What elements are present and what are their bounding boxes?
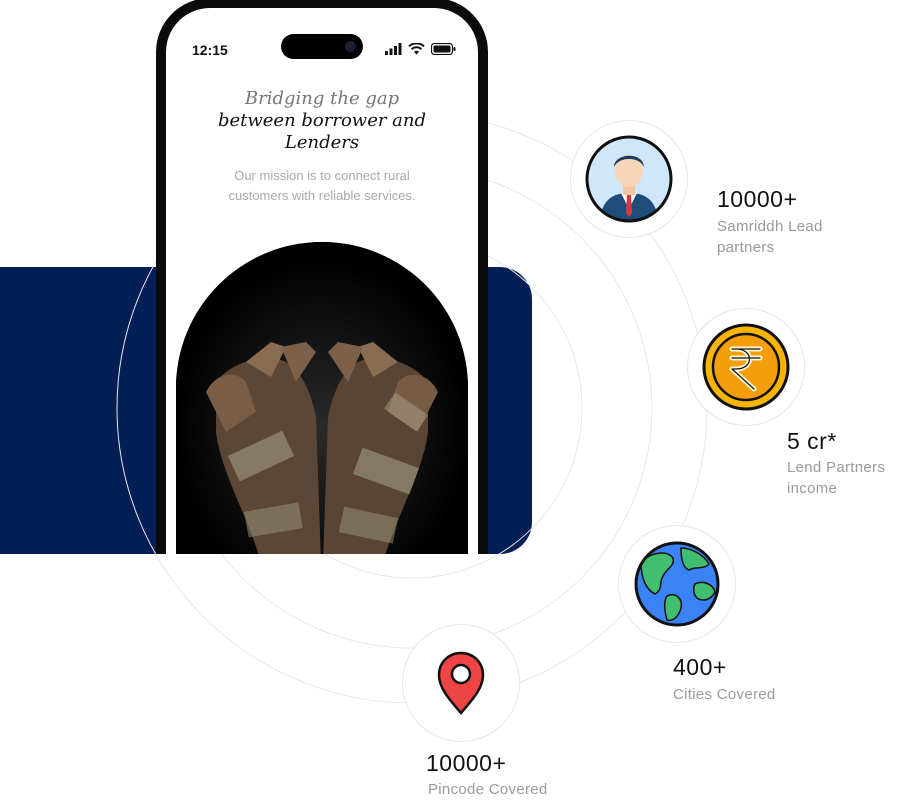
stat-label-partners-line-2: partners xyxy=(717,239,775,256)
stat-value-cities: 400+ xyxy=(673,654,727,680)
phone-mockup: 12:15 Bridging the gap between borrower … xyxy=(156,0,488,554)
status-icons xyxy=(385,43,456,55)
stat-label-cities: Cities Covered xyxy=(673,684,776,705)
wifi-icon xyxy=(408,43,425,55)
dynamic-island xyxy=(281,34,363,59)
stat-icon-circle-cities xyxy=(618,525,736,643)
mission-text: Our mission is to connect rural customer… xyxy=(196,166,448,206)
stat-label-income: Lend Partners income xyxy=(787,457,885,499)
phone-screen: 12:15 Bridging the gap between borrower … xyxy=(166,8,478,554)
stat-label-income-line-2: income xyxy=(787,480,838,497)
business-person-icon xyxy=(585,135,673,223)
stat-value-partners: 10000+ xyxy=(717,186,798,212)
stat-label-pincode-line-1: Pincode Covered xyxy=(428,781,548,798)
stat-value-income: 5 cr* xyxy=(787,428,837,454)
location-pin-icon xyxy=(437,651,485,715)
hands-with-money-image xyxy=(176,242,468,554)
rupee-coin-icon xyxy=(702,323,790,411)
stat-label-partners-line-1: Samriddh Lead xyxy=(717,218,823,235)
battery-icon xyxy=(431,43,456,55)
mission-line-1: Our mission is to connect rural xyxy=(234,168,410,183)
headline-line-1: Bridging the gap xyxy=(244,88,400,109)
mission-line-2: customers with reliable services. xyxy=(228,188,416,203)
headline: Bridging the gap between borrower and Le… xyxy=(166,88,478,154)
status-time: 12:15 xyxy=(192,42,228,58)
headline-line-3: Lenders xyxy=(284,132,360,153)
stat-label-pincode: Pincode Covered xyxy=(428,779,548,800)
stat-icon-circle-pincode xyxy=(402,624,520,742)
stat-value-pincode: 10000+ xyxy=(426,750,507,776)
globe-icon xyxy=(634,541,720,627)
stat-label-partners: Samriddh Lead partners xyxy=(717,216,823,258)
signal-icon xyxy=(385,43,402,55)
status-bar: 12:15 xyxy=(166,8,478,68)
stat-label-income-line-1: Lend Partners xyxy=(787,459,886,476)
stat-label-cities-line-1: Cities Covered xyxy=(673,686,776,703)
headline-line-2: between borrower and xyxy=(217,110,427,131)
stat-icon-circle-income xyxy=(687,308,805,426)
camera-icon xyxy=(345,41,356,52)
stat-icon-circle-partners xyxy=(570,120,688,238)
